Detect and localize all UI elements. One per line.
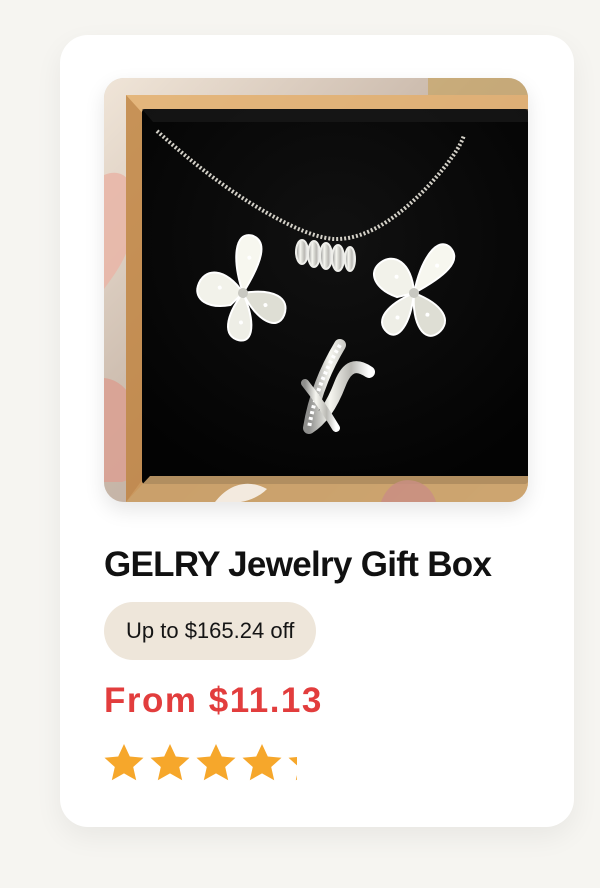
price-label: From $11.13 <box>104 681 323 720</box>
rating-star-fill <box>196 744 236 781</box>
jewelry-gift-box-image <box>104 78 528 502</box>
rating-star-5-icon <box>288 756 297 781</box>
rating-star-fill <box>104 744 144 781</box>
rating-star-4-icon <box>242 744 282 781</box>
rating-star-fill <box>242 744 282 781</box>
rating-star-1-icon <box>104 744 144 781</box>
product-image[interactable] <box>104 78 528 502</box>
rating-star-3-icon <box>196 744 236 781</box>
star-rating-stars <box>104 744 297 781</box>
star-rating <box>104 744 297 781</box>
rating-star-2-icon <box>150 744 190 781</box>
discount-badge: Up to $165.24 off <box>104 602 317 660</box>
product-card[interactable]: GELRY Jewelry Gift Box Up to $165.24 off… <box>60 35 574 827</box>
product-title[interactable]: GELRY Jewelry Gift Box <box>104 540 554 590</box>
rating-star-fill <box>288 756 297 781</box>
rating-star-fill <box>150 744 190 781</box>
